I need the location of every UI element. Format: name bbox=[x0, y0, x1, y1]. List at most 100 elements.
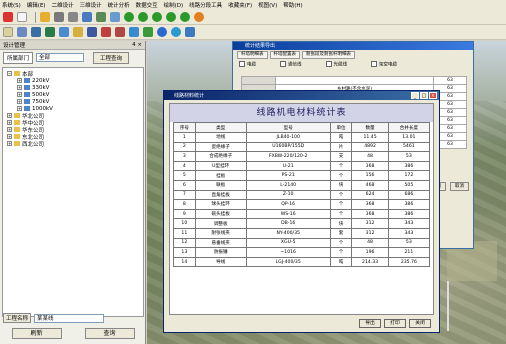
table-cell: 3 bbox=[173, 151, 196, 162]
menu-item[interactable]: 线路分段工具 bbox=[189, 1, 222, 9]
table-row[interactable]: 9 碗头挂板 WS-16 个 368 386 bbox=[173, 208, 431, 220]
green-icon[interactable] bbox=[143, 27, 153, 37]
table-cell: 214.33 bbox=[351, 256, 389, 268]
expand-icon[interactable]: + bbox=[7, 141, 12, 146]
menu-item[interactable]: 编辑(E) bbox=[27, 1, 46, 9]
check-overhead[interactable]: 架空电缆 bbox=[371, 61, 397, 68]
green-node-icon-2[interactable] bbox=[138, 12, 148, 22]
tree-node[interactable]: − 本部 bbox=[5, 70, 141, 78]
expand-icon[interactable]: + bbox=[17, 106, 22, 111]
table-cell: 5461 bbox=[387, 141, 431, 153]
info-icon[interactable] bbox=[171, 27, 181, 37]
table-cell: 地线 bbox=[194, 132, 247, 143]
calc-icon[interactable] bbox=[101, 27, 111, 37]
table-row[interactable]: 10 调整板 DB-16 块 312 343 bbox=[173, 218, 431, 229]
expand-icon[interactable]: + bbox=[7, 127, 12, 132]
table-cell: FXBW-220/120-2 bbox=[245, 151, 331, 162]
menu-item[interactable]: 三维设计 bbox=[80, 1, 102, 9]
green-node-icon-4[interactable] bbox=[166, 12, 176, 22]
menu-item[interactable]: 统计分析 bbox=[108, 1, 130, 9]
expand-icon[interactable]: + bbox=[17, 78, 22, 83]
table-row[interactable]: 13 防振锤 ~1016 个 196 211 bbox=[173, 247, 431, 258]
table-row[interactable]: 7 直角挂板 Z-10 个 624 686 bbox=[173, 189, 431, 201]
tree-node[interactable]: +330kV bbox=[5, 84, 141, 91]
tree-node[interactable]: +500kV bbox=[5, 91, 141, 98]
project-query-button[interactable]: 工程查询 bbox=[93, 51, 130, 64]
menu-item[interactable]: 系统(S) bbox=[2, 1, 21, 9]
expand-icon[interactable]: + bbox=[7, 120, 12, 125]
minimize-icon[interactable]: _ bbox=[411, 92, 419, 99]
menu-item[interactable]: 二维设计 bbox=[52, 1, 74, 9]
grid-icon[interactable] bbox=[96, 12, 106, 22]
table-row[interactable]: 12 悬垂线夹 XGU-5 个 48 53 bbox=[173, 237, 431, 249]
pen-icon[interactable] bbox=[54, 12, 64, 22]
check-optical[interactable]: 光缆线 bbox=[326, 61, 348, 68]
column-header: 序号 bbox=[173, 122, 196, 133]
expand-icon[interactable]: + bbox=[7, 134, 12, 139]
menu-item[interactable]: 绘制(D) bbox=[164, 1, 184, 9]
table-cell: 个 bbox=[329, 170, 353, 181]
stats-icon[interactable] bbox=[115, 27, 125, 37]
table-row[interactable]: 4 U型挂环 U-21 个 368 386 bbox=[173, 160, 431, 172]
tree-node[interactable]: + 西北公司 bbox=[5, 140, 141, 148]
export-icon[interactable] bbox=[45, 27, 55, 37]
table-row[interactable]: 14 导线 LGJ-400/35 吨 214.33 235.76 bbox=[173, 256, 431, 268]
table-icon[interactable] bbox=[110, 12, 120, 22]
department-select[interactable]: 全部 bbox=[36, 53, 85, 62]
check-comm-line[interactable]: 通信线 bbox=[280, 61, 302, 68]
table-row[interactable]: 6 联板 L-2140 块 468 505 bbox=[173, 179, 431, 191]
close-icon[interactable] bbox=[3, 12, 13, 22]
dialog-close-button[interactable]: 关闭 bbox=[409, 319, 431, 328]
table-cell: 48 bbox=[351, 151, 389, 162]
expand-icon[interactable]: + bbox=[17, 92, 22, 97]
table-row[interactable]: 8 球头挂环 QP-16 个 368 386 bbox=[173, 199, 431, 210]
table-row[interactable]: 3 合成绝缘子 FXBW-220/120-2 支 48 53 bbox=[173, 151, 431, 162]
green-node-icon-3[interactable] bbox=[152, 12, 162, 22]
tab-tower-config[interactable]: 杆塔配置表 bbox=[269, 51, 300, 59]
tab-tension-detail[interactable]: 耐张段及耐张杆明细表 bbox=[302, 51, 355, 59]
tower-icon[interactable] bbox=[82, 12, 92, 22]
orange-node-icon[interactable] bbox=[194, 12, 204, 22]
panel-pin-close[interactable]: 4 × bbox=[132, 42, 142, 48]
tree-node[interactable]: +220kV bbox=[5, 77, 141, 84]
cancel-button[interactable]: 取消 bbox=[450, 182, 469, 191]
save-icon[interactable] bbox=[87, 27, 97, 37]
table-row[interactable]: 1 地线 JLB40-100 吨 11.45 13.01 bbox=[173, 132, 431, 143]
tab-tower-detail[interactable]: 杆塔明细表 bbox=[237, 51, 268, 59]
menu-item[interactable]: 帮助(H) bbox=[283, 1, 302, 9]
pencil-icon[interactable] bbox=[40, 12, 50, 22]
project-name-input[interactable]: 某某线 bbox=[34, 313, 105, 323]
table-cell: 导线 bbox=[194, 256, 247, 268]
menu-item[interactable]: 收藏夹(F) bbox=[228, 1, 252, 9]
refresh-button[interactable]: 刷新 bbox=[11, 328, 62, 339]
menu-item[interactable]: 数据交互 bbox=[136, 1, 158, 9]
table-cell: 386 bbox=[387, 199, 431, 210]
chart-icon[interactable] bbox=[59, 27, 69, 37]
expand-icon[interactable]: + bbox=[7, 113, 12, 118]
map-icon[interactable] bbox=[3, 27, 13, 37]
document-icon[interactable] bbox=[17, 12, 27, 22]
maximize-icon[interactable]: □ bbox=[420, 92, 428, 99]
table-row[interactable]: 11 耐张线夹 NY-400/35 套 312 343 bbox=[173, 227, 431, 239]
tree-node[interactable]: +750kV bbox=[5, 98, 141, 105]
table-row[interactable]: 5 挂板 PS-21 个 156 172 bbox=[173, 170, 431, 181]
edit-icon[interactable] bbox=[68, 12, 78, 22]
dialog-print-button[interactable]: 打印 bbox=[384, 319, 406, 328]
import-icon[interactable] bbox=[31, 27, 41, 37]
expand-icon[interactable]: − bbox=[7, 71, 12, 76]
expand-icon[interactable]: + bbox=[17, 99, 22, 104]
folder-icon[interactable] bbox=[73, 27, 83, 37]
table-row[interactable]: 2 瓷绝缘子 U160BP/155D 片 4892 5461 bbox=[173, 141, 431, 153]
sphere-icon[interactable] bbox=[185, 27, 195, 37]
close-icon[interactable]: × bbox=[429, 92, 437, 99]
globe-icon[interactable] bbox=[129, 27, 139, 37]
dialog-export-button[interactable]: 导出 bbox=[359, 319, 381, 328]
green-node-icon-5[interactable] bbox=[180, 12, 190, 22]
menu-item[interactable]: 视图(V) bbox=[258, 1, 277, 9]
check-cable[interactable]: 电缆 bbox=[239, 61, 256, 68]
expand-icon[interactable]: + bbox=[17, 85, 22, 90]
green-node-icon[interactable] bbox=[124, 12, 134, 22]
help-icon[interactable] bbox=[157, 27, 167, 37]
layer-icon[interactable] bbox=[17, 27, 27, 37]
search-button[interactable]: 查询 bbox=[84, 328, 135, 339]
